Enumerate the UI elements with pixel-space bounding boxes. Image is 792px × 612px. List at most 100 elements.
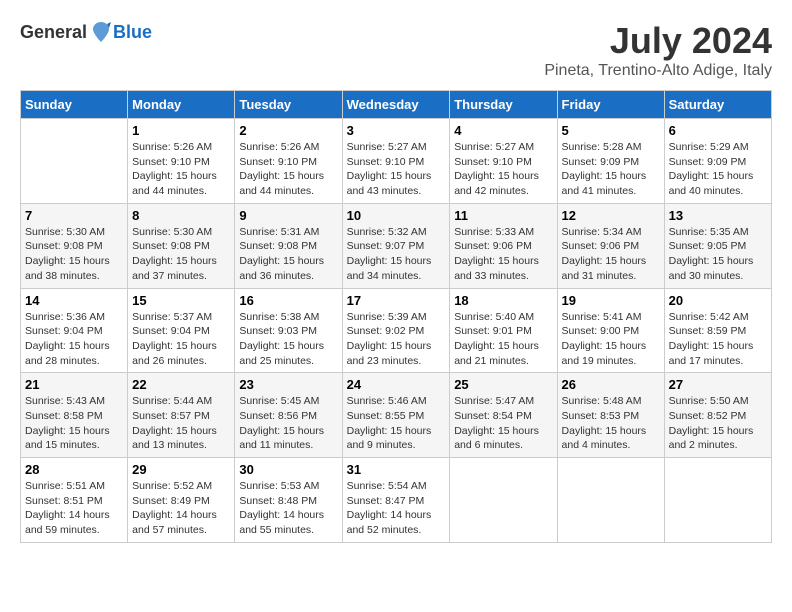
day-number: 18 [454, 293, 552, 308]
calendar-cell: 28 Sunrise: 5:51 AM Sunset: 8:51 PM Dayli… [21, 458, 128, 543]
day-info: Sunrise: 5:32 AM Sunset: 9:07 PM Dayligh… [347, 225, 446, 284]
column-header-sunday: Sunday [21, 91, 128, 119]
day-number: 25 [454, 377, 552, 392]
day-number: 5 [562, 123, 660, 138]
day-number: 7 [25, 208, 123, 223]
day-info: Sunrise: 5:47 AM Sunset: 8:54 PM Dayligh… [454, 394, 552, 453]
calendar-cell [21, 119, 128, 204]
day-info: Sunrise: 5:27 AM Sunset: 9:10 PM Dayligh… [454, 140, 552, 199]
day-number: 24 [347, 377, 446, 392]
logo-general-text: General [20, 22, 87, 43]
calendar-table: SundayMondayTuesdayWednesdayThursdayFrid… [20, 90, 772, 543]
calendar-cell [557, 458, 664, 543]
day-number: 22 [132, 377, 230, 392]
day-info: Sunrise: 5:26 AM Sunset: 9:10 PM Dayligh… [132, 140, 230, 199]
calendar-header-row: SundayMondayTuesdayWednesdayThursdayFrid… [21, 91, 772, 119]
calendar-week-row: 1Sunrise: 5:26 AM Sunset: 9:10 PM Daylig… [21, 119, 772, 204]
calendar-cell: 24 Sunrise: 5:46 AM Sunset: 8:55 PM Dayli… [342, 373, 450, 458]
calendar-week-row: 14 Sunrise: 5:36 AM Sunset: 9:04 PM Dayli… [21, 288, 772, 373]
logo-icon [89, 20, 113, 44]
calendar-week-row: 7 Sunrise: 5:30 AM Sunset: 9:08 PM Daylig… [21, 203, 772, 288]
calendar-cell: 2 Sunrise: 5:26 AM Sunset: 9:10 PM Daylig… [235, 119, 342, 204]
calendar-week-row: 21Sunrise: 5:43 AM Sunset: 8:58 PM Dayli… [21, 373, 772, 458]
day-info: Sunrise: 5:30 AM Sunset: 9:08 PM Dayligh… [132, 225, 230, 284]
day-info: Sunrise: 5:27 AM Sunset: 9:10 PM Dayligh… [347, 140, 446, 199]
day-number: 16 [239, 293, 337, 308]
calendar-cell: 5 Sunrise: 5:28 AM Sunset: 9:09 PM Daylig… [557, 119, 664, 204]
day-number: 2 [239, 123, 337, 138]
day-number: 14 [25, 293, 123, 308]
calendar-week-row: 28 Sunrise: 5:51 AM Sunset: 8:51 PM Dayli… [21, 458, 772, 543]
calendar-cell: 29Sunrise: 5:52 AM Sunset: 8:49 PM Dayli… [128, 458, 235, 543]
day-info: Sunrise: 5:31 AM Sunset: 9:08 PM Dayligh… [239, 225, 337, 284]
calendar-cell: 17 Sunrise: 5:39 AM Sunset: 9:02 PM Dayli… [342, 288, 450, 373]
location-subtitle: Pineta, Trentino-Alto Adige, Italy [544, 62, 772, 80]
calendar-cell: 18 Sunrise: 5:40 AM Sunset: 9:01 PM Dayli… [450, 288, 557, 373]
day-info: Sunrise: 5:43 AM Sunset: 8:58 PM Dayligh… [25, 394, 123, 453]
calendar-cell: 1Sunrise: 5:26 AM Sunset: 9:10 PM Daylig… [128, 119, 235, 204]
day-info: Sunrise: 5:48 AM Sunset: 8:53 PM Dayligh… [562, 394, 660, 453]
day-info: Sunrise: 5:53 AM Sunset: 8:48 PM Dayligh… [239, 479, 337, 538]
calendar-cell: 13Sunrise: 5:35 AM Sunset: 9:05 PM Dayli… [664, 203, 771, 288]
calendar-cell: 7 Sunrise: 5:30 AM Sunset: 9:08 PM Daylig… [21, 203, 128, 288]
day-number: 30 [239, 462, 337, 477]
column-header-tuesday: Tuesday [235, 91, 342, 119]
calendar-cell: 4 Sunrise: 5:27 AM Sunset: 9:10 PM Daylig… [450, 119, 557, 204]
column-header-wednesday: Wednesday [342, 91, 450, 119]
day-info: Sunrise: 5:50 AM Sunset: 8:52 PM Dayligh… [669, 394, 767, 453]
day-info: Sunrise: 5:42 AM Sunset: 8:59 PM Dayligh… [669, 310, 767, 369]
calendar-cell: 20Sunrise: 5:42 AM Sunset: 8:59 PM Dayli… [664, 288, 771, 373]
day-number: 4 [454, 123, 552, 138]
day-number: 17 [347, 293, 446, 308]
day-number: 8 [132, 208, 230, 223]
day-info: Sunrise: 5:44 AM Sunset: 8:57 PM Dayligh… [132, 394, 230, 453]
day-info: Sunrise: 5:46 AM Sunset: 8:55 PM Dayligh… [347, 394, 446, 453]
day-info: Sunrise: 5:28 AM Sunset: 9:09 PM Dayligh… [562, 140, 660, 199]
day-info: Sunrise: 5:51 AM Sunset: 8:51 PM Dayligh… [25, 479, 123, 538]
day-number: 28 [25, 462, 123, 477]
column-header-friday: Friday [557, 91, 664, 119]
day-number: 31 [347, 462, 446, 477]
calendar-cell: 22 Sunrise: 5:44 AM Sunset: 8:57 PM Dayli… [128, 373, 235, 458]
calendar-cell [450, 458, 557, 543]
day-info: Sunrise: 5:40 AM Sunset: 9:01 PM Dayligh… [454, 310, 552, 369]
day-info: Sunrise: 5:39 AM Sunset: 9:02 PM Dayligh… [347, 310, 446, 369]
day-info: Sunrise: 5:34 AM Sunset: 9:06 PM Dayligh… [562, 225, 660, 284]
calendar-cell [664, 458, 771, 543]
day-info: Sunrise: 5:36 AM Sunset: 9:04 PM Dayligh… [25, 310, 123, 369]
calendar-cell: 10Sunrise: 5:32 AM Sunset: 9:07 PM Dayli… [342, 203, 450, 288]
calendar-cell: 27 Sunrise: 5:50 AM Sunset: 8:52 PM Dayli… [664, 373, 771, 458]
day-info: Sunrise: 5:26 AM Sunset: 9:10 PM Dayligh… [239, 140, 337, 199]
logo: General Blue [20, 20, 152, 44]
title-area: July 2024 Pineta, Trentino-Alto Adige, I… [544, 20, 772, 80]
day-number: 12 [562, 208, 660, 223]
day-info: Sunrise: 5:41 AM Sunset: 9:00 PM Dayligh… [562, 310, 660, 369]
calendar-cell: 26 Sunrise: 5:48 AM Sunset: 8:53 PM Dayli… [557, 373, 664, 458]
day-info: Sunrise: 5:52 AM Sunset: 8:49 PM Dayligh… [132, 479, 230, 538]
calendar-cell: 15Sunrise: 5:37 AM Sunset: 9:04 PM Dayli… [128, 288, 235, 373]
calendar-cell: 8 Sunrise: 5:30 AM Sunset: 9:08 PM Daylig… [128, 203, 235, 288]
day-info: Sunrise: 5:37 AM Sunset: 9:04 PM Dayligh… [132, 310, 230, 369]
column-header-monday: Monday [128, 91, 235, 119]
logo-blue-text: Blue [113, 22, 152, 43]
calendar-cell: 19 Sunrise: 5:41 AM Sunset: 9:00 PM Dayli… [557, 288, 664, 373]
month-year-title: July 2024 [544, 20, 772, 62]
day-number: 26 [562, 377, 660, 392]
day-info: Sunrise: 5:38 AM Sunset: 9:03 PM Dayligh… [239, 310, 337, 369]
calendar-cell: 23Sunrise: 5:45 AM Sunset: 8:56 PM Dayli… [235, 373, 342, 458]
calendar-cell: 30 Sunrise: 5:53 AM Sunset: 8:48 PM Dayli… [235, 458, 342, 543]
column-header-thursday: Thursday [450, 91, 557, 119]
calendar-cell: 6Sunrise: 5:29 AM Sunset: 9:09 PM Daylig… [664, 119, 771, 204]
calendar-cell: 21Sunrise: 5:43 AM Sunset: 8:58 PM Dayli… [21, 373, 128, 458]
day-number: 19 [562, 293, 660, 308]
day-number: 27 [669, 377, 767, 392]
day-info: Sunrise: 5:29 AM Sunset: 9:09 PM Dayligh… [669, 140, 767, 199]
day-info: Sunrise: 5:30 AM Sunset: 9:08 PM Dayligh… [25, 225, 123, 284]
calendar-cell: 14 Sunrise: 5:36 AM Sunset: 9:04 PM Dayli… [21, 288, 128, 373]
calendar-cell: 3Sunrise: 5:27 AM Sunset: 9:10 PM Daylig… [342, 119, 450, 204]
calendar-cell: 25 Sunrise: 5:47 AM Sunset: 8:54 PM Dayli… [450, 373, 557, 458]
calendar-cell: 11Sunrise: 5:33 AM Sunset: 9:06 PM Dayli… [450, 203, 557, 288]
page-header: General Blue July 2024 Pineta, Trentino-… [20, 20, 772, 80]
calendar-cell: 9Sunrise: 5:31 AM Sunset: 9:08 PM Daylig… [235, 203, 342, 288]
column-header-saturday: Saturday [664, 91, 771, 119]
